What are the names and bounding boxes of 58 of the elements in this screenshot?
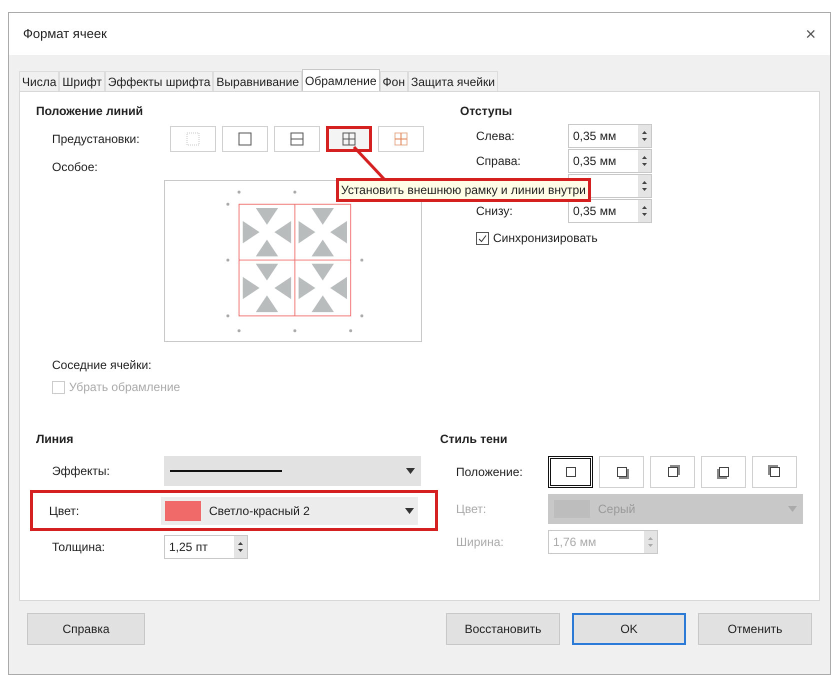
field-label: Цвет: (456, 501, 488, 518)
window-title: Формат ячеек (23, 25, 107, 44)
tooltip: Установить внешнюю рамку и линии внутри (336, 178, 591, 202)
tab[interactable]: Защита ячейки (408, 71, 498, 91)
field-label: Снизу: (476, 203, 514, 220)
field-label: Положение: (456, 464, 524, 481)
section-heading: Положение линий (36, 103, 144, 120)
shadow-position-icon (766, 464, 782, 480)
tab[interactable]: Фон (380, 71, 408, 91)
field-label: Предустановки: (52, 131, 141, 148)
reset-button[interactable]: Восстановить (446, 613, 560, 645)
line-style-dropdown[interactable] (164, 456, 421, 486)
section-heading: Линия (36, 431, 74, 448)
tab[interactable]: Шрифт (59, 71, 105, 91)
spin-field[interactable]: 0,35 мм (568, 149, 652, 173)
spin-arrows-icon[interactable] (234, 536, 247, 558)
border-preset-icon (290, 132, 304, 146)
tab[interactable]: Эффекты шрифта (104, 71, 214, 91)
tab[interactable]: Выравнивание (213, 71, 302, 91)
dropdown-arrow-icon (405, 508, 414, 514)
solid-line-icon (170, 470, 282, 472)
dropdown-arrow-icon (406, 468, 415, 474)
dropdown-arrow-icon (788, 506, 797, 512)
field-label: Ширина: (456, 534, 505, 551)
spin-arrows-icon[interactable] (638, 175, 651, 197)
spin-field[interactable]: 0,35 мм (568, 199, 652, 223)
cancel-button[interactable]: Отменить (698, 613, 812, 645)
border-preset-icon (186, 132, 200, 146)
spin-field[interactable]: 1,25 пт (164, 535, 248, 559)
field-label: Справа: (476, 153, 522, 170)
border-preset-icon (342, 132, 356, 146)
field-label: Цвет: (49, 502, 80, 520)
section-heading: Стиль тени (440, 431, 508, 448)
tab[interactable]: Обрамление (302, 69, 380, 91)
field-label: Эффекты: (52, 463, 111, 480)
spin-arrows-icon[interactable] (638, 150, 651, 172)
border-preset-icon (238, 132, 252, 146)
checkbox-label: Синхронизировать (493, 230, 598, 247)
spin-arrows-icon[interactable] (638, 200, 651, 222)
line-color-dropdown[interactable]: Светло-красный 2 (161, 496, 418, 524)
checkbox[interactable] (476, 232, 489, 244)
close-button[interactable]: × (805, 25, 816, 43)
border-preset-button[interactable] (326, 126, 372, 152)
ok-button[interactable]: OK (572, 613, 686, 645)
checkbox-label: Убрать обрамление (69, 379, 180, 396)
section-heading: Отступы (460, 103, 514, 120)
field-label: Слева: (476, 128, 516, 145)
leader-line (352, 146, 386, 180)
tab[interactable]: Числа (19, 71, 60, 91)
section-heading: Соседние ячейки: (52, 357, 153, 374)
border-preset-icon (394, 132, 408, 146)
field-label: Особое: (52, 159, 98, 176)
spin-arrows-icon[interactable] (638, 125, 651, 147)
field-label: Толщина: (52, 539, 106, 556)
help-button[interactable]: Справка (27, 613, 145, 645)
dropdown-value: Светло-красный 2 (209, 502, 311, 520)
shadow-position-icon (716, 464, 732, 480)
spin-field[interactable]: 0,35 мм (568, 124, 652, 148)
